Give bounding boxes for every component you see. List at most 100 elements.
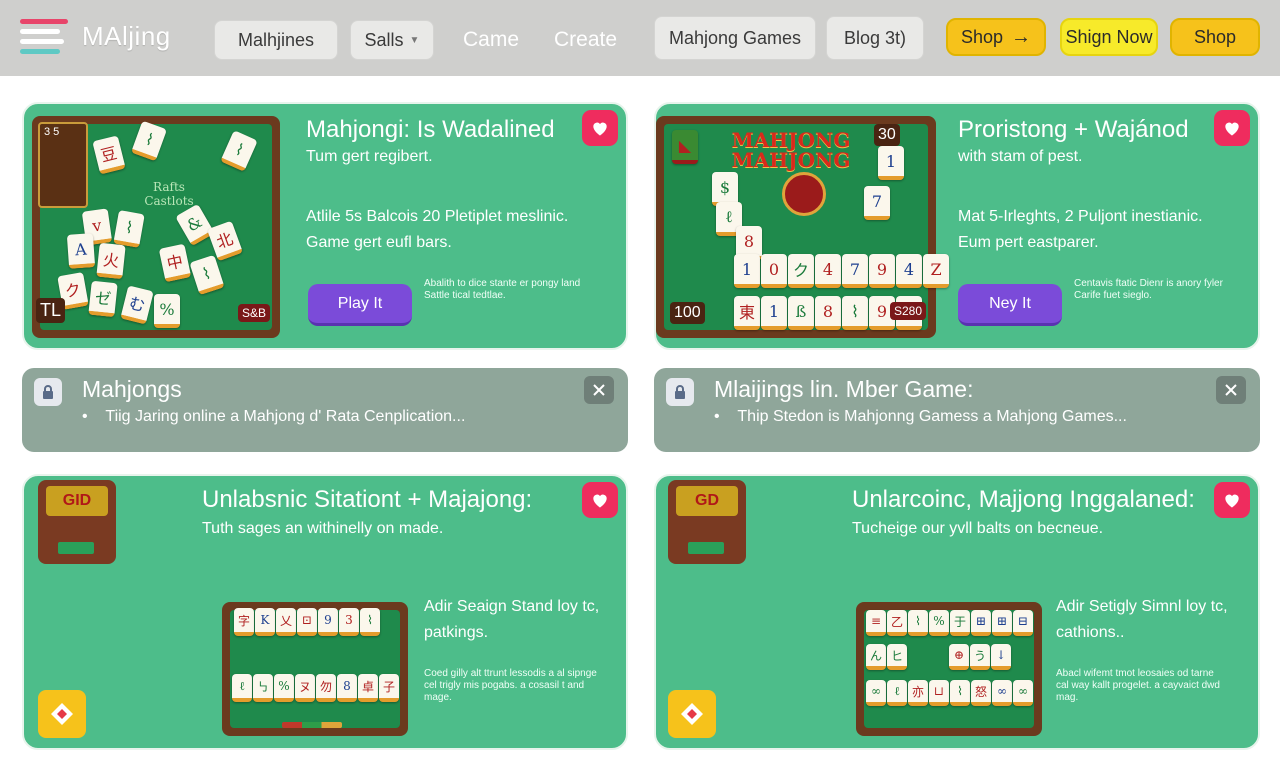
game-card[interactable]: GD Unlarcoinc, Majjong Inggalaned: Tuche… (654, 474, 1260, 750)
arrow-right-icon: → (1011, 25, 1032, 48)
score-value: 3 5 (44, 126, 60, 138)
nav-label: Malhjines (237, 29, 315, 50)
card-fine-print: Coed gilly alt ttrunt lessodis a al sipn… (424, 668, 597, 679)
nav-malhjines-button[interactable]: Malhjines (214, 20, 338, 60)
score-panel: 3 5 (38, 122, 88, 208)
lock-icon (34, 378, 62, 406)
heart-icon (593, 122, 607, 136)
mahjong-board-image: ≡ 乙 ⌇% 于 ⊞ ⊞ ⊟ んヒ ⊕ う ↓ ∞ ℓ 亦 ⊔ ⌇ 怒 ∞ ∞ (856, 602, 1042, 736)
nav-label: Came (463, 28, 520, 51)
play-button-label: Play It (337, 294, 383, 312)
nav-label: Mahjong Games (668, 27, 802, 48)
card-body-line: Eum pert eastparer. (958, 234, 1099, 251)
card-fine-print: cel trigly mis pogabs. a cosasil t and (424, 680, 585, 691)
notice-text-content: Tiig Jaring online a Mahjong d' Rata Cen… (105, 408, 466, 425)
mahjong-board-image: 3 5 ⌇ 豆 ⌇ Rafts Castlots v ⌇ A 火 & 北 中 ⌇… (32, 116, 280, 338)
card-fine-print: Sattle tical tedtlae. (424, 290, 506, 301)
tile-row: 10ク4794Z (734, 254, 949, 288)
board-panel-text: Rafts Castlots (144, 180, 194, 208)
diamond-icon (681, 703, 703, 725)
logo-text: MAljing (82, 20, 171, 51)
nav-came-link[interactable]: Came (463, 20, 519, 60)
diamond-icon (51, 703, 73, 725)
card-subtitle: Tuth sages an withinelly on made. (202, 520, 444, 537)
heart-icon (1225, 494, 1239, 508)
card-fine-print: Abacl wifemt tmot leosaies od tarne (1056, 668, 1214, 679)
board-banner: MAHJONG MAHJONG (731, 128, 851, 172)
card-fine-print: Carife fuet sieglo. (1074, 290, 1152, 301)
notice-text: • Thip Stedon is Mahjonng Gamess a Mahjo… (714, 408, 1127, 425)
favorite-button[interactable] (1214, 110, 1250, 146)
play-button-label: Ney It (989, 294, 1031, 312)
notice-bar: Mahjongs • Tiig Jaring online a Mahjong … (22, 368, 628, 452)
game-machine-image: GD (668, 480, 746, 564)
game-card[interactable]: GID Unlabsnic Sitationt + Majajong: Tuth… (22, 474, 628, 750)
shop-button[interactable]: Shop → (946, 18, 1046, 56)
game-card[interactable]: MAHJONG MAHJONG 30 ◣ 1 7 $ ℓ 8 10ク4794Z … (654, 102, 1260, 350)
heart-icon (593, 494, 607, 508)
card-fine-print: Abalith to dice stante er pongy land (424, 278, 581, 289)
card-body-line: patkings. (424, 624, 489, 641)
lock-icon (666, 378, 694, 406)
close-button[interactable] (1216, 376, 1246, 404)
corner-label: 100 (670, 302, 705, 324)
site-logo[interactable]: MAljing (20, 16, 171, 56)
favorite-button[interactable] (582, 110, 618, 146)
app-badge-button[interactable] (38, 690, 86, 738)
nav-label: Blog 3t) (843, 27, 907, 48)
card-body-line: Adir Seaign Stand loy tc, (424, 598, 600, 615)
card-fine-print: Centavis ftatic Dienr is anory fyler (1074, 278, 1223, 289)
nav-salls-dropdown[interactable]: Salls ▼ (350, 20, 434, 60)
score-value: 30 (874, 124, 900, 146)
nav-label: Create (554, 28, 618, 51)
close-button[interactable] (584, 376, 614, 404)
card-body-line: cathions.. (1056, 624, 1125, 641)
shop-label: Shop (960, 26, 1004, 47)
nav-label: Salls (364, 29, 404, 50)
machine-screen-text: GD (676, 486, 738, 516)
card-body-line: Mat 5-Irleghts, 2 Puljont inestianic. (958, 208, 1203, 225)
notice-title: Mlaijings lin. Mber Game: (714, 376, 974, 402)
corner-label: TL (36, 298, 66, 323)
corner-label: S&B (238, 304, 271, 322)
card-title: Unlarcoinc, Majjong Inggalaned: (852, 486, 1195, 513)
notice-title: Mahjongs (82, 376, 182, 402)
card-subtitle: Tum gert regibert. (306, 148, 433, 165)
card-body-line: Game gert eufl bars. (306, 234, 452, 251)
card-fine-print: mage. (424, 692, 452, 703)
card-subtitle: Tucheige our yvll balts on becneue. (852, 520, 1104, 537)
shop-label: Shop (1193, 26, 1237, 47)
heart-icon (1225, 122, 1239, 136)
app-badge-button[interactable] (668, 690, 716, 738)
card-body-line: Adir Setigly Simnl loy tc, (1056, 598, 1228, 615)
game-card[interactable]: 3 5 ⌇ 豆 ⌇ Rafts Castlots v ⌇ A 火 & 北 中 ⌇… (22, 102, 628, 350)
mahjong-board-image: MAHJONG MAHJONG 30 ◣ 1 7 $ ℓ 8 10ク4794Z … (656, 116, 949, 338)
game-machine-image: GID (38, 480, 116, 564)
top-navigation-bar: MAljing Malhjines Salls ▼ Came Create Ma… (0, 0, 1280, 76)
card-title: Mahjongi: Is Wadalined (306, 116, 555, 143)
card-subtitle: with stam of pest. (958, 148, 1083, 165)
sign-now-label: Shign Now (1065, 26, 1153, 47)
notice-bar: Mlaijings lin. Mber Game: • Thip Stedon … (654, 368, 1260, 452)
sign-now-button[interactable]: Shign Now (1060, 18, 1158, 56)
mahjong-board-image: 字 K 乂 ⊡ 9 3 ⌇ ℓ ㇉% ヌ勿 8 卓子 (222, 602, 408, 736)
card-fine-print: mag. (1056, 692, 1079, 703)
play-button[interactable]: Play It (308, 284, 412, 326)
favorite-button[interactable] (1214, 482, 1250, 518)
chevron-down-icon: ▼ (409, 34, 420, 46)
card-title: Proristong + Wajánod (958, 116, 1189, 143)
nav-blog-button[interactable]: Blog 3t) (826, 16, 924, 60)
card-body-line: Atlile 5s Balcois 20 Pletiplet meslinic. (306, 208, 569, 225)
card-title: Unlabsnic Sitationt + Majajong: (202, 486, 533, 513)
nav-create-link[interactable]: Create (554, 20, 617, 60)
close-icon (1225, 384, 1237, 396)
favorite-button[interactable] (582, 482, 618, 518)
machine-screen-text: GID (46, 486, 108, 516)
hamburger-logo-icon (20, 17, 68, 55)
shop-secondary-button[interactable]: Shop (1170, 18, 1260, 56)
card-fine-print: cal way kallt progelet. a cayvaict dwd (1056, 680, 1220, 691)
corner-label: S280 (890, 302, 927, 320)
close-icon (593, 384, 605, 396)
play-button[interactable]: Ney It (958, 284, 1062, 326)
nav-mahjong-games-button[interactable]: Mahjong Games (654, 16, 816, 60)
